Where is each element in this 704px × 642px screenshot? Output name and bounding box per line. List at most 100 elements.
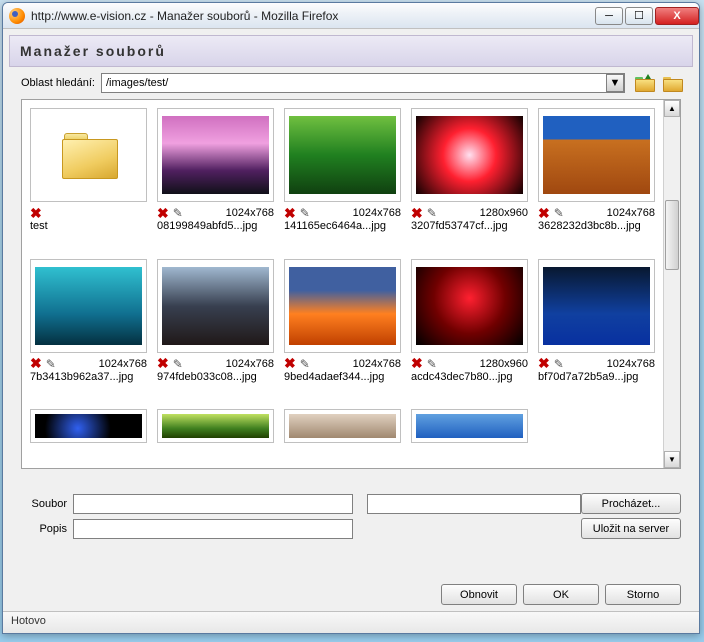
file-item[interactable]: ✖✎1024x7683628232d3bc8b...jpg (538, 108, 655, 249)
edit-icon[interactable]: ✎ (554, 206, 564, 220)
browser-window: http://www.e-vision.cz - Manažer souborů… (2, 2, 700, 634)
file-label: Soubor (21, 498, 73, 510)
file-item[interactable]: ✖✎1024x7689bed4adaef344...jpg (284, 259, 401, 400)
thumbnail-frame[interactable] (538, 259, 655, 353)
edit-icon[interactable]: ✎ (427, 206, 437, 220)
delete-icon[interactable]: ✖ (30, 206, 42, 220)
thumbnail-frame[interactable] (30, 108, 147, 202)
content: Oblast hledání: /images/test/ ▼ ✖test✖✎1… (21, 73, 681, 572)
file-item[interactable]: ✖✎1280x960acdc43dec7b80...jpg (411, 259, 528, 400)
thumbnail-frame[interactable] (538, 108, 655, 202)
desc-input[interactable] (73, 519, 353, 539)
thumbnail-frame[interactable] (284, 409, 401, 443)
edit-icon[interactable]: ✎ (173, 357, 183, 371)
image-thumbnail (543, 267, 650, 345)
firefox-icon (9, 8, 25, 24)
minimize-button[interactable]: ─ (595, 7, 623, 25)
thumbnail-frame[interactable] (411, 108, 528, 202)
titlebar[interactable]: http://www.e-vision.cz - Manažer souborů… (3, 3, 699, 29)
file-name: test (30, 220, 147, 232)
image-dimensions: 1024x768 (353, 207, 401, 219)
maximize-button[interactable]: ☐ (625, 7, 653, 25)
desc-label: Popis (21, 523, 73, 535)
file-item[interactable] (411, 409, 528, 460)
thumbnail-frame[interactable] (284, 259, 401, 353)
path-dropdown-button[interactable]: ▼ (606, 74, 624, 92)
file-name: 974fdeb033c08...jpg (157, 371, 274, 383)
edit-icon[interactable]: ✎ (300, 206, 310, 220)
cancel-button[interactable]: Storno (605, 584, 681, 605)
image-thumbnail (35, 414, 142, 438)
thumbnail-frame[interactable] (30, 259, 147, 353)
delete-icon[interactable]: ✖ (284, 357, 296, 371)
delete-icon[interactable]: ✖ (411, 357, 423, 371)
file-item[interactable] (30, 409, 147, 460)
delete-icon[interactable]: ✖ (157, 206, 169, 220)
item-meta: ✖ ✎ 1280x960 (411, 357, 528, 371)
path-row: Oblast hledání: /images/test/ ▼ (21, 73, 681, 93)
thumbnail-frame[interactable] (30, 409, 147, 443)
thumbnail-frame[interactable] (411, 259, 528, 353)
edit-icon[interactable]: ✎ (427, 357, 437, 371)
image-thumbnail (543, 116, 650, 194)
delete-icon[interactable]: ✖ (538, 206, 550, 220)
refresh-button[interactable]: Obnovit (441, 584, 517, 605)
item-meta: ✖✎1024x768 (30, 357, 147, 371)
delete-icon[interactable]: ✖ (157, 357, 169, 371)
browse-path-input[interactable] (367, 494, 581, 514)
path-select[interactable]: /images/test/ ▼ (101, 73, 625, 93)
item-meta: ✖✎1024x768 (157, 206, 274, 220)
dialog-buttons: Obnovit OK Storno (3, 578, 699, 611)
thumbnail-frame[interactable] (157, 108, 274, 202)
upload-form: Soubor Procházet... Popis Uložit na serv… (21, 493, 681, 539)
file-item[interactable] (157, 409, 274, 460)
file-input[interactable] (73, 494, 353, 514)
edit-icon[interactable]: ✎ (173, 206, 183, 220)
file-name: 7b3413b962a37...jpg (30, 371, 147, 383)
thumbnail-frame[interactable] (157, 259, 274, 353)
ok-button[interactable]: OK (523, 584, 599, 605)
thumbnail-frame[interactable] (157, 409, 274, 443)
delete-icon[interactable]: ✖ (30, 357, 42, 371)
browse-button[interactable]: Procházet... (581, 493, 681, 514)
file-item[interactable] (284, 409, 401, 460)
file-item[interactable]: ✖✎1024x7687b3413b962a37...jpg (30, 259, 147, 400)
file-item[interactable]: ✖✎1280x9603207fd53747cf...jpg (411, 108, 528, 249)
image-thumbnail (416, 267, 523, 345)
folder-open-icon[interactable] (663, 76, 681, 90)
image-thumbnail (289, 267, 396, 345)
file-item[interactable]: ✖✎1024x768141165ec6464a...jpg (284, 108, 401, 249)
item-meta: ✖ (30, 206, 147, 220)
item-meta: ✖✎1024x768 (157, 357, 274, 371)
thumbnail-frame[interactable] (411, 409, 528, 443)
close-button[interactable]: X (655, 7, 699, 25)
image-dimensions: 1024x768 (353, 358, 401, 370)
folder-item[interactable]: ✖test (30, 108, 147, 249)
edit-icon[interactable]: ✎ (46, 357, 56, 371)
delete-icon[interactable]: ✖ (538, 357, 550, 371)
image-dimensions: 1280x960 (480, 358, 528, 370)
folder-up-icon[interactable] (635, 76, 653, 90)
image-thumbnail (35, 267, 142, 345)
image-thumbnail (416, 414, 523, 438)
upload-button[interactable]: Uložit na server (581, 518, 681, 539)
delete-icon[interactable]: ✖ (411, 206, 423, 220)
edit-icon[interactable]: ✎ (554, 357, 564, 371)
image-dimensions: 1280x960 (480, 207, 528, 219)
edit-icon[interactable]: ✎ (300, 357, 310, 371)
page-title: Manažer souborů (9, 35, 693, 67)
image-thumbnail (289, 116, 396, 194)
file-item[interactable]: ✖✎1024x768bf70d7a72b5a9...jpg (538, 259, 655, 400)
scrollbar[interactable]: ▲ ▼ (663, 100, 680, 468)
chevron-down-icon: ▼ (610, 77, 621, 89)
file-item[interactable]: ✖✎1024x768974fdeb033c08...jpg (157, 259, 274, 400)
scroll-up-button[interactable]: ▲ (664, 100, 680, 117)
file-name: bf70d7a72b5a9...jpg (538, 371, 655, 383)
scroll-thumb[interactable] (665, 200, 679, 270)
file-grid: ✖test✖✎1024x76808199849abfd5...jpg✖✎1024… (22, 100, 663, 468)
delete-icon[interactable]: ✖ (284, 206, 296, 220)
thumbnail-frame[interactable] (284, 108, 401, 202)
scroll-down-button[interactable]: ▼ (664, 451, 680, 468)
item-meta: ✖ ✎ 1280x960 (411, 206, 528, 220)
file-item[interactable]: ✖✎1024x76808199849abfd5...jpg (157, 108, 274, 249)
